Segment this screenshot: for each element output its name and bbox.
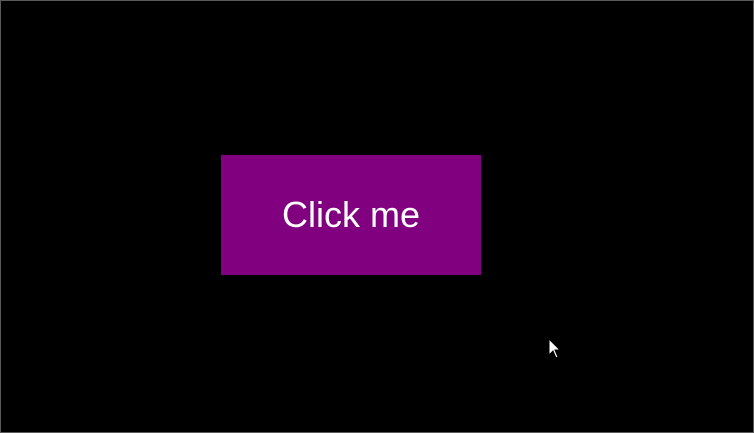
mouse-pointer-icon <box>548 338 562 359</box>
click-me-button-label: Click me <box>281 194 420 235</box>
click-me-button[interactable]: Click me <box>221 155 481 275</box>
app-canvas: Click me <box>0 0 754 433</box>
